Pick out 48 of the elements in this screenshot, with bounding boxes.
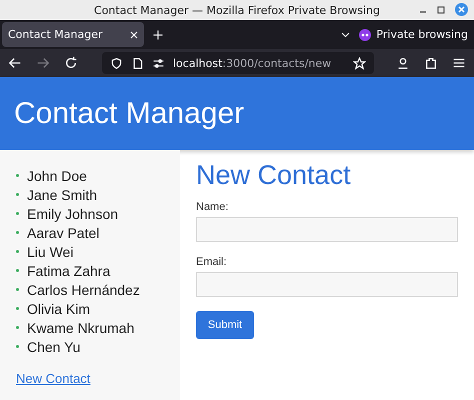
- contact-name: Emily Johnson: [27, 206, 118, 222]
- menu-icon[interactable]: [452, 56, 466, 70]
- new-contact-link[interactable]: New Contact: [16, 371, 90, 386]
- maximize-icon[interactable]: [437, 6, 445, 14]
- reload-icon[interactable]: [64, 56, 78, 70]
- browser-tab[interactable]: Contact Manager: [2, 22, 144, 47]
- contact-name: John Doe: [27, 168, 87, 184]
- private-browsing-label: Private browsing: [376, 28, 468, 41]
- account-icon[interactable]: [396, 56, 410, 70]
- contact-name: Kwame Nkrumah: [27, 320, 134, 336]
- bullet-icon: [16, 345, 19, 348]
- star-icon[interactable]: [353, 56, 366, 70]
- input-field[interactable]: [196, 217, 458, 242]
- mask-icon: [359, 28, 372, 40]
- bullet-icon: [16, 288, 19, 291]
- bullet-icon: [16, 250, 19, 253]
- contact-name: Liu Wei: [27, 244, 74, 260]
- settings-icon[interactable]: [152, 56, 165, 70]
- form-heading: New Contact: [196, 160, 352, 191]
- bullet-icon: [16, 212, 19, 215]
- url-text: localhost:3000/contacts/new: [173, 56, 332, 70]
- bullet-icon: [16, 231, 19, 234]
- submit-button[interactable]: Submit: [196, 311, 254, 339]
- app-title: Contact Manager: [14, 96, 244, 130]
- contact-name: Fatima Zahra: [27, 262, 110, 278]
- contact-name: Aarav Patel: [27, 224, 100, 240]
- close-icon[interactable]: [130, 30, 138, 38]
- bullet-icon: [16, 174, 19, 177]
- input-field[interactable]: [196, 272, 458, 297]
- field-label: Name:: [196, 201, 230, 213]
- forward-icon[interactable]: [36, 56, 50, 70]
- bullet-icon: [16, 307, 19, 310]
- bullet-icon: [16, 326, 19, 329]
- contact-name: Jane Smith: [27, 186, 98, 202]
- page-icon[interactable]: [131, 56, 144, 70]
- plus-icon[interactable]: [152, 28, 164, 40]
- bullet-icon: [16, 193, 19, 196]
- shield-icon[interactable]: [110, 56, 123, 70]
- close-button[interactable]: [455, 3, 468, 16]
- extensions-icon[interactable]: [424, 56, 438, 70]
- window-title: Contact Manager — Mozilla Firefox Private Browsing: [94, 4, 380, 16]
- back-icon[interactable]: [8, 56, 22, 70]
- contact-name: Chen Yu: [27, 338, 80, 354]
- bullet-icon: [16, 269, 19, 272]
- contact-name: Carlos Hernández: [27, 282, 140, 298]
- address-bar[interactable]: localhost:3000/contacts/new: [102, 52, 374, 74]
- contact-name: Olivia Kim: [27, 300, 90, 316]
- field-label: Email:: [196, 256, 228, 268]
